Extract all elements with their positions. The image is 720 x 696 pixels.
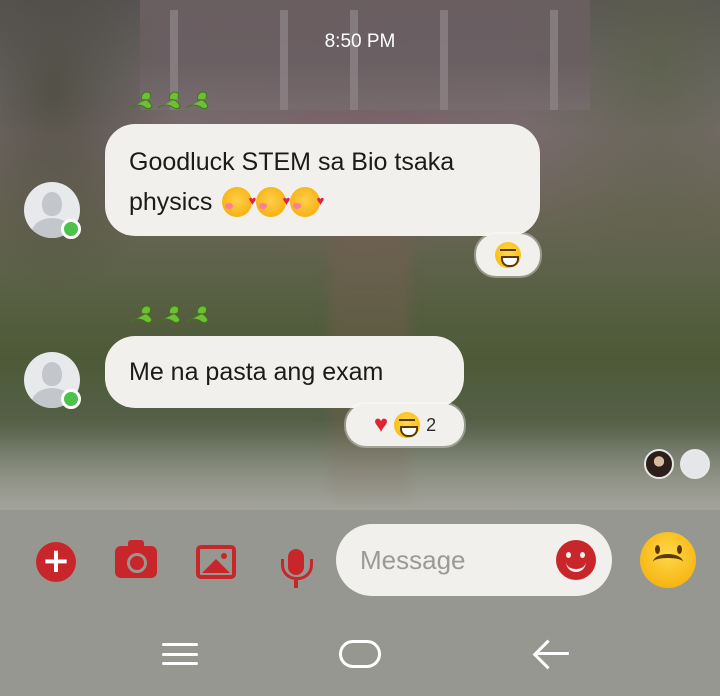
read-receipt-avatar [680, 449, 710, 479]
reaction-count: 2 [426, 414, 437, 435]
message-bubble[interactable]: Goodluck STEM sa Bio tsaka physics [105, 124, 540, 236]
message-text-line: Goodluck STEM sa Bio tsaka [129, 148, 455, 176]
smiling-face-with-hearts-icon [290, 181, 324, 221]
message-input-container [336, 524, 612, 596]
image-icon [196, 545, 236, 579]
online-status-dot [61, 219, 81, 239]
message-timestamp: 8:50 PM [324, 31, 396, 52]
system-navigation-bar [0, 610, 720, 696]
plus-icon: + [36, 542, 76, 582]
home-button[interactable] [339, 640, 381, 668]
sender-name-tag [128, 88, 210, 116]
online-status-dot [61, 389, 81, 409]
back-button[interactable] [533, 639, 571, 669]
emoji-button[interactable] [640, 532, 696, 588]
recent-apps-button[interactable] [162, 643, 198, 665]
gallery-button[interactable] [194, 540, 238, 584]
smiling-face-with-hearts-icon [256, 181, 290, 221]
red-heart-icon: ♥ [373, 411, 389, 438]
reaction-pill[interactable]: ♥ 2 [346, 404, 464, 446]
grinning-squinting-face-icon [495, 242, 521, 268]
camera-icon [115, 540, 157, 578]
snake-icon [129, 305, 209, 324]
microphone-icon [281, 549, 313, 580]
read-receipt-avatar [644, 449, 674, 479]
message-bubble[interactable]: Me na pasta ang exam [105, 336, 464, 408]
snake-icon [129, 91, 209, 110]
message-text-line: physics [129, 188, 213, 216]
add-button[interactable]: + [34, 540, 78, 584]
reaction-pill[interactable] [476, 234, 540, 276]
microphone-button[interactable] [274, 540, 318, 588]
read-receipts [644, 449, 714, 481]
camera-button[interactable] [114, 540, 158, 584]
message-input[interactable] [360, 538, 550, 582]
grinning-squinting-face-icon [394, 412, 421, 438]
sticker-button[interactable] [556, 540, 596, 580]
message-text-line: Me na pasta ang exam [129, 358, 384, 386]
smiling-face-with-hearts-icon [222, 181, 256, 221]
sender-name-tag [128, 302, 210, 330]
